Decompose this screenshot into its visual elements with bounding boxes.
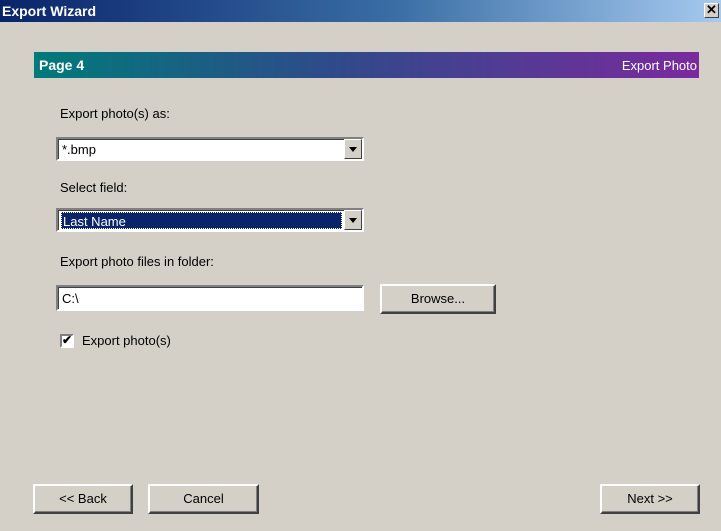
browse-button[interactable]: Browse... bbox=[380, 284, 496, 314]
field-label: Select field: bbox=[60, 180, 128, 195]
close-icon[interactable]: ✕ bbox=[704, 3, 719, 18]
format-value: *.bmp bbox=[62, 142, 96, 157]
page-name: Export Photo bbox=[621, 58, 697, 73]
checkmark-icon: ✔ bbox=[62, 333, 73, 347]
title-bar: Export Wizard ✕ bbox=[0, 0, 721, 22]
page-banner: Page 4 Export Photo bbox=[34, 52, 699, 78]
format-label: Export photo(s) as: bbox=[60, 106, 170, 121]
field-value: Last Name bbox=[61, 212, 342, 229]
folder-label: Export photo files in folder: bbox=[60, 254, 214, 269]
folder-input[interactable]: C:\ bbox=[56, 285, 364, 311]
field-dropdown[interactable]: Last Name bbox=[56, 208, 364, 232]
export-photos-label: Export photo(s) bbox=[82, 333, 171, 348]
page-number: Page 4 bbox=[39, 57, 85, 73]
chevron-down-icon[interactable] bbox=[344, 210, 362, 230]
back-button[interactable]: << Back bbox=[33, 484, 133, 514]
export-photos-checkbox[interactable]: ✔ bbox=[60, 333, 74, 348]
chevron-down-icon[interactable] bbox=[344, 139, 362, 159]
format-dropdown[interactable]: *.bmp bbox=[56, 137, 364, 161]
cancel-button[interactable]: Cancel bbox=[148, 484, 259, 514]
window-title: Export Wizard bbox=[2, 3, 96, 19]
folder-value: C:\ bbox=[62, 291, 79, 306]
next-button[interactable]: Next >> bbox=[600, 484, 700, 514]
